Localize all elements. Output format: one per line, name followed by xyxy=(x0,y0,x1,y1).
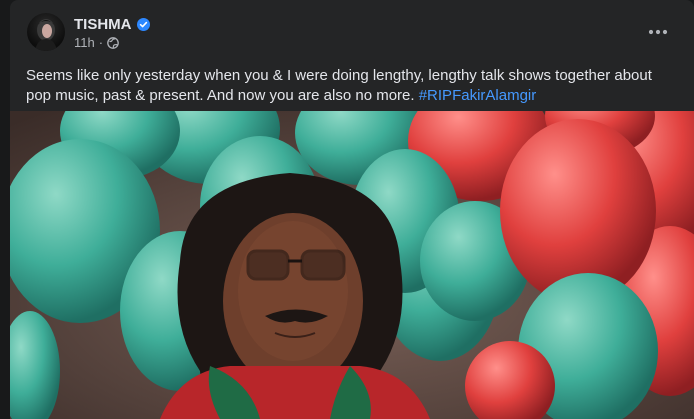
more-options-button[interactable] xyxy=(646,20,670,44)
author-avatar[interactable] xyxy=(27,13,65,51)
hashtag-link[interactable]: #RIPFakirAlamgir xyxy=(419,87,537,104)
post-timestamp[interactable]: 11h xyxy=(74,35,95,50)
verified-badge-icon xyxy=(136,17,150,31)
more-options-icon xyxy=(648,29,668,35)
feed-post: TISHMA 11h · Seems like only yesterday w… xyxy=(10,0,694,419)
post-meta: 11h · xyxy=(74,35,119,50)
globe-icon[interactable] xyxy=(107,36,119,49)
meta-separator: · xyxy=(98,35,104,50)
post-header: TISHMA 11h · xyxy=(10,0,694,60)
post-caption: Seems like only yesterday when you & I w… xyxy=(26,66,678,106)
author-name-row: TISHMA xyxy=(74,14,150,34)
post-photo[interactable] xyxy=(10,111,694,419)
caption-text: Seems like only yesterday when you & I w… xyxy=(26,67,652,104)
author-name[interactable]: TISHMA xyxy=(74,16,132,33)
